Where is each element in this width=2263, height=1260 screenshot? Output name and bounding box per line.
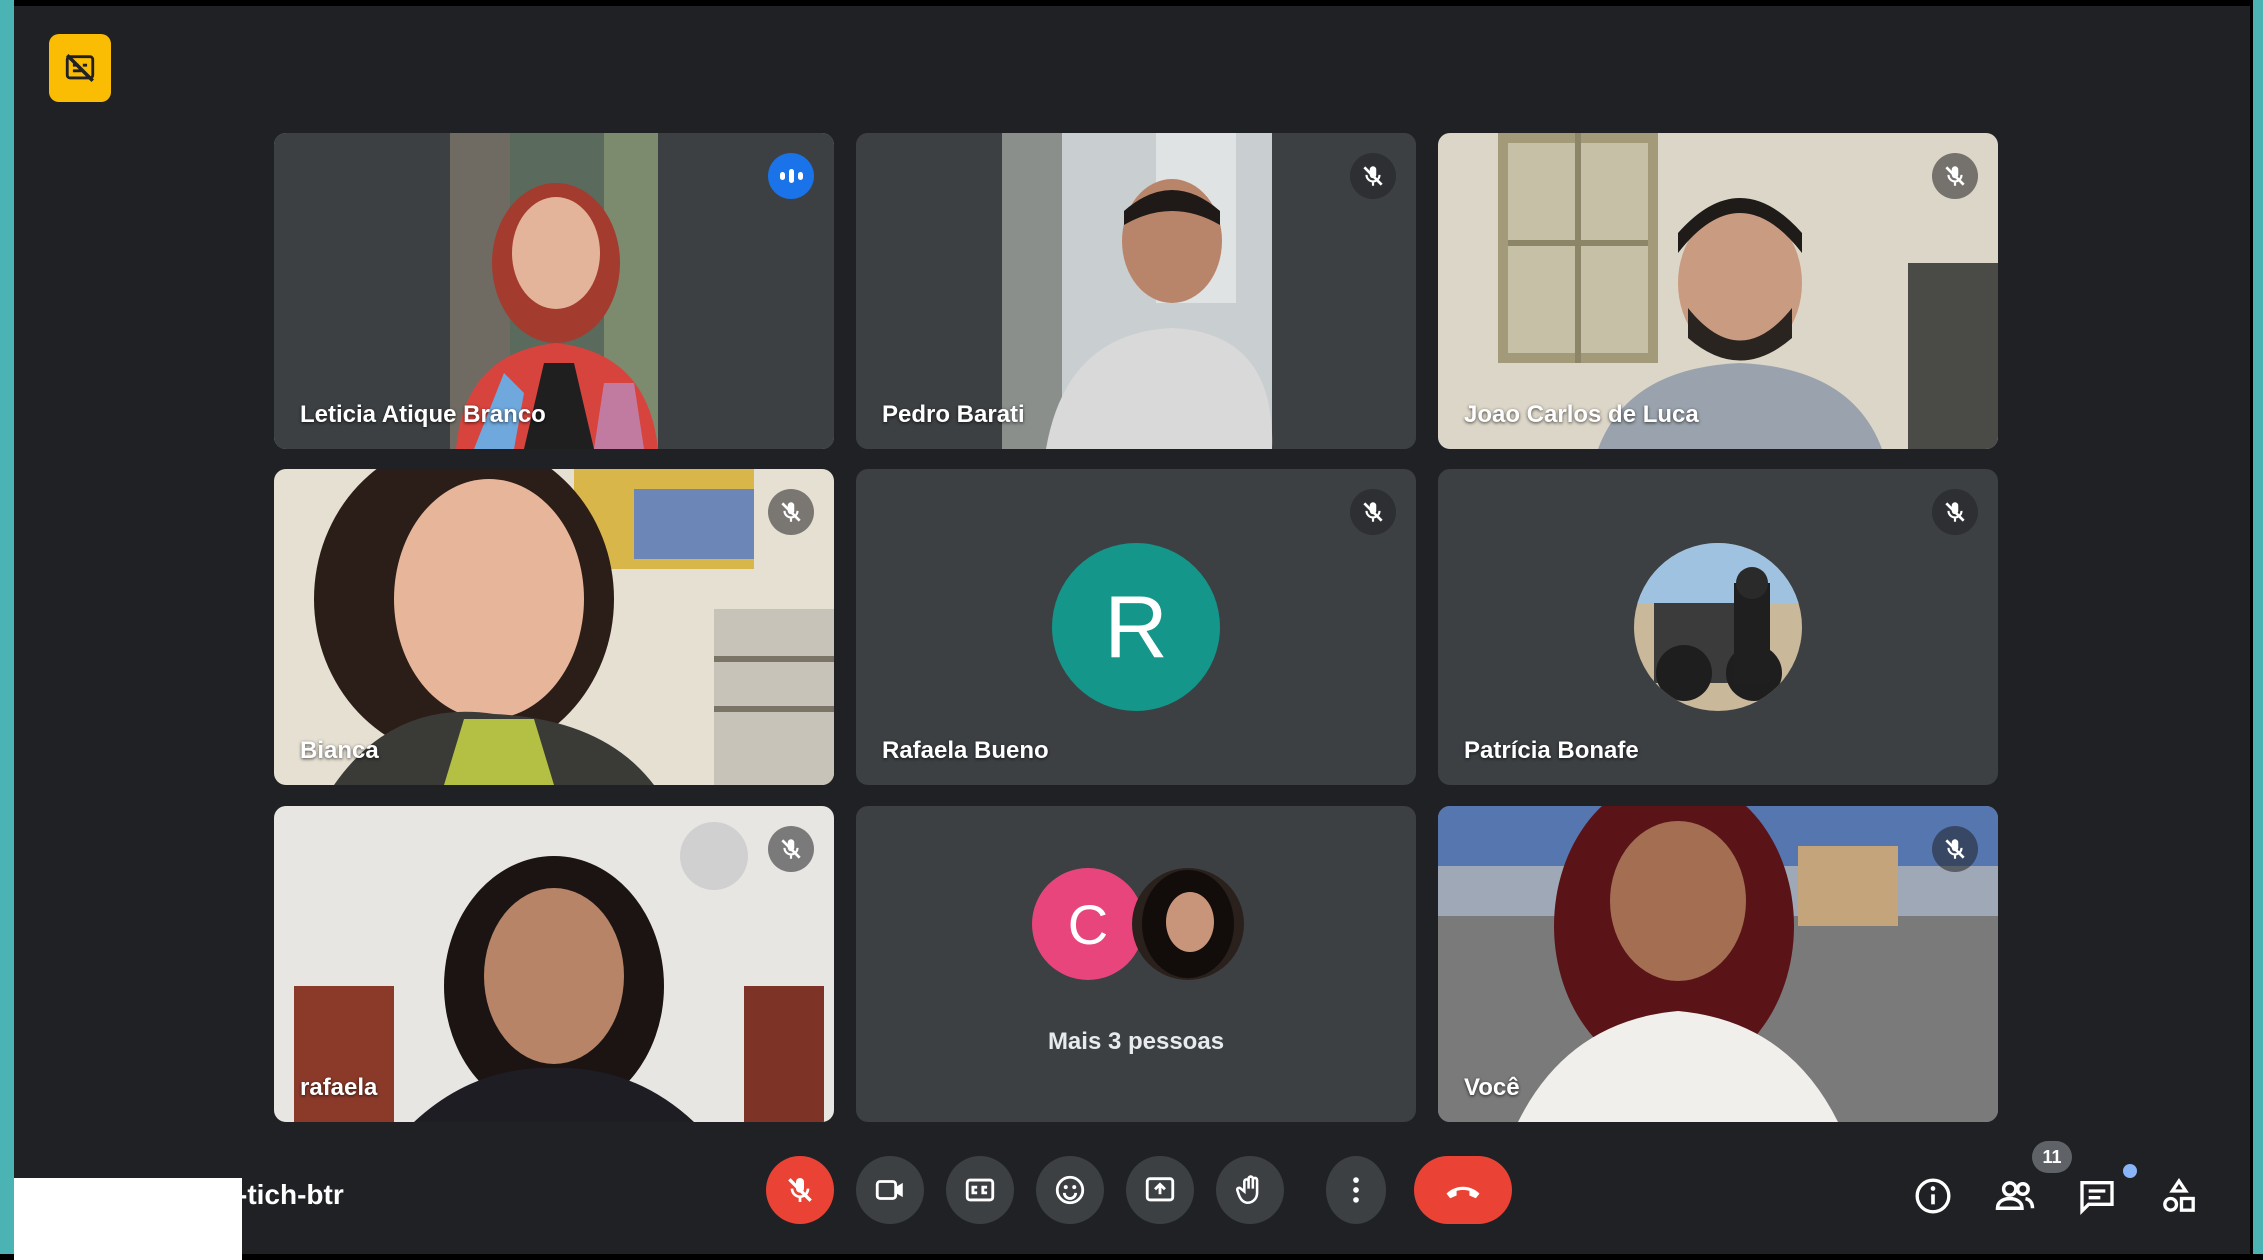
mic-off-icon bbox=[1363, 502, 1383, 522]
participant-name: Joao Carlos de Luca bbox=[1464, 401, 1699, 428]
more-participants-tile[interactable]: C Mais 3 pessoas bbox=[856, 806, 1416, 1122]
participant-tile-voce[interactable]: Você bbox=[1438, 806, 1998, 1122]
mic-off-indicator bbox=[768, 489, 814, 535]
mic-off-indicator bbox=[1350, 489, 1396, 535]
participant-name: Patrícia Bonafe bbox=[1464, 737, 1639, 764]
emoji-icon bbox=[1055, 1175, 1085, 1205]
activities-icon bbox=[2163, 1177, 2195, 1212]
chat-icon bbox=[2080, 1181, 2114, 1216]
avatar-photo-participant bbox=[1132, 868, 1244, 980]
mic-off-icon bbox=[1363, 166, 1383, 186]
mic-off-icon bbox=[1945, 502, 1965, 522]
participant-name: Pedro Barati bbox=[882, 401, 1025, 428]
mic-off-icon bbox=[788, 1178, 812, 1202]
no-captions-icon bbox=[65, 53, 95, 83]
leave-call-button[interactable] bbox=[1414, 1156, 1512, 1224]
avatar bbox=[1634, 543, 1802, 711]
toggle-mic-button[interactable] bbox=[766, 1156, 834, 1224]
mic-off-icon bbox=[1945, 839, 1965, 859]
participant-name: Bianca bbox=[300, 737, 379, 764]
reactions-button[interactable] bbox=[1036, 1156, 1104, 1224]
mic-off-icon bbox=[781, 502, 801, 522]
avatar bbox=[1132, 868, 1244, 980]
recording-badge[interactable] bbox=[49, 34, 111, 102]
more-participants-label: Mais 3 pessoas bbox=[1047, 1028, 1225, 1055]
captions-button[interactable] bbox=[946, 1156, 1014, 1224]
camera-icon bbox=[875, 1180, 903, 1200]
participant-name: Rafaela Bueno bbox=[882, 737, 1049, 764]
participant-tile-joao[interactable]: Joao Carlos de Luca bbox=[1438, 133, 1998, 449]
mic-off-icon bbox=[1945, 166, 1965, 186]
mic-off-indicator bbox=[768, 826, 814, 872]
info-icon bbox=[1915, 1178, 1951, 1214]
mic-off-indicator bbox=[1350, 153, 1396, 199]
avatar-photo-patricia bbox=[1634, 543, 1802, 711]
avatar: C bbox=[1032, 868, 1144, 980]
right-border bbox=[2253, 0, 2263, 1254]
left-border bbox=[0, 0, 14, 1254]
mic-off-icon bbox=[781, 839, 801, 859]
toggle-camera-button[interactable] bbox=[856, 1156, 924, 1224]
present-button[interactable] bbox=[1126, 1156, 1194, 1224]
participant-name: Você bbox=[1464, 1074, 1520, 1101]
participant-tile-rafaela[interactable]: rafaela bbox=[274, 806, 834, 1122]
cropped-overlay bbox=[14, 1178, 242, 1260]
participant-tile-pedro[interactable]: Pedro Barati bbox=[856, 133, 1416, 449]
speaking-indicator bbox=[768, 153, 814, 199]
meet-window: Leticia Atique Branco Pedro Barati Joao … bbox=[14, 6, 2250, 1260]
participant-name: Leticia Atique Branco bbox=[300, 401, 546, 428]
avatar: R bbox=[1052, 543, 1220, 711]
people-icon bbox=[1995, 1181, 2035, 1210]
hang-up-icon bbox=[1446, 1186, 1480, 1199]
participant-name: rafaela bbox=[300, 1074, 378, 1101]
people-button[interactable] bbox=[1990, 1171, 2040, 1221]
mic-off-indicator bbox=[1932, 489, 1978, 535]
more-options-button[interactable] bbox=[1326, 1156, 1386, 1224]
new-message-dot bbox=[2123, 1164, 2137, 1178]
activities-button[interactable] bbox=[2154, 1171, 2204, 1221]
mic-off-indicator bbox=[1932, 153, 1978, 199]
present-icon bbox=[1145, 1177, 1175, 1202]
participant-tile-leticia[interactable]: Leticia Atique Branco bbox=[274, 133, 834, 449]
chat-button[interactable] bbox=[2072, 1171, 2122, 1221]
participant-tile-patricia[interactable]: Patrícia Bonafe bbox=[1438, 469, 1998, 785]
participant-tile-rafaela-bueno[interactable]: R Rafaela Bueno bbox=[856, 469, 1416, 785]
meeting-code: -tich-btr bbox=[238, 1179, 344, 1210]
participant-count-badge: 11 bbox=[2032, 1141, 2072, 1173]
participant-tile-bianca[interactable]: Bianca bbox=[274, 469, 834, 785]
meeting-details-button[interactable] bbox=[1908, 1171, 1958, 1221]
more-options-icon bbox=[1353, 1177, 1359, 1203]
raise-hand-icon bbox=[1235, 1175, 1259, 1205]
video-feed-voce bbox=[1438, 806, 1998, 1122]
mic-off-indicator bbox=[1932, 826, 1978, 872]
raise-hand-button[interactable] bbox=[1216, 1156, 1284, 1224]
captions-icon bbox=[965, 1178, 995, 1202]
